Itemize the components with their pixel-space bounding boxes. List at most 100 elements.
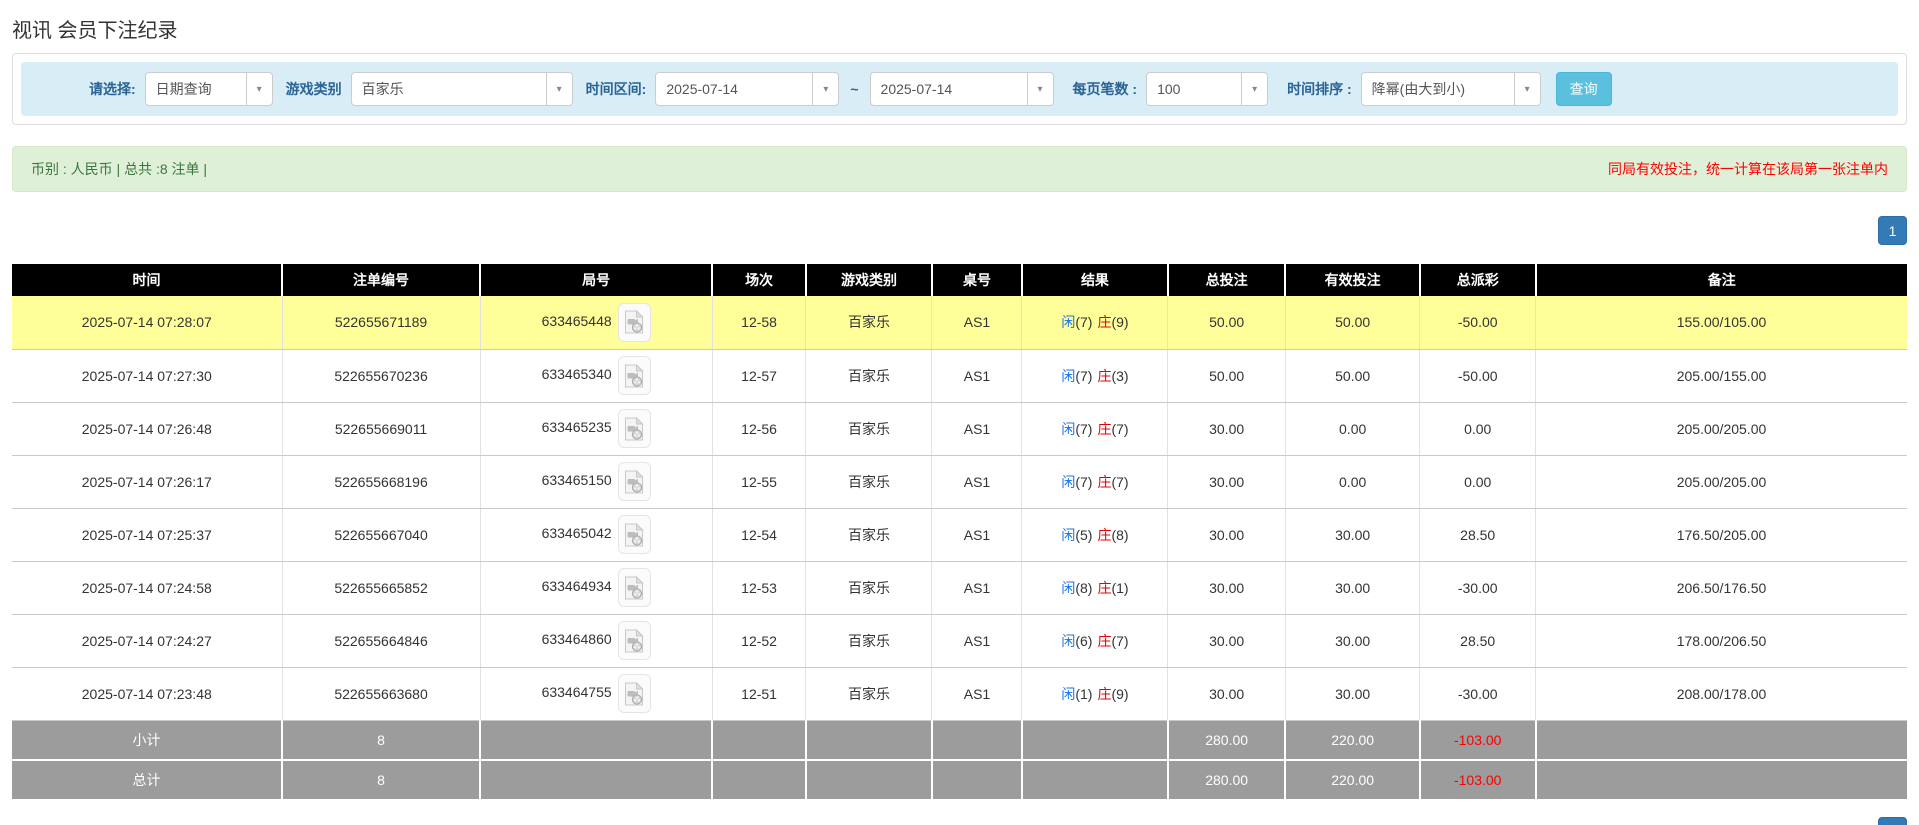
date-to-select[interactable]: 2025-07-14 ▾ — [870, 72, 1054, 106]
cell-remark: 208.00/178.00 — [1536, 667, 1908, 720]
header-time: 时间 — [12, 264, 282, 296]
film-file-icon — [624, 364, 644, 388]
cell-total-bet: 50.00 — [1168, 349, 1285, 402]
subtotal-row: 小计 8 280.00 220.00 -103.00 — [12, 720, 1907, 760]
cell-payout: 0.00 — [1420, 402, 1536, 455]
cell-bet-id: 522655671189 — [282, 296, 480, 349]
sort-order-select[interactable]: 降幂(由大到小) ▾ — [1361, 72, 1541, 106]
cell-game-type: 百家乐 — [806, 614, 932, 667]
cell-bet-id: 522655663680 — [282, 667, 480, 720]
total-valid-bet: 220.00 — [1285, 760, 1420, 800]
subtotal-count: 8 — [282, 720, 480, 760]
result-player-score: (6) — [1075, 633, 1092, 649]
cell-payout: -50.00 — [1420, 296, 1536, 349]
result-player: 闲 — [1061, 686, 1075, 702]
chevron-down-icon: ▾ — [546, 73, 572, 105]
page-title: 视讯 会员下注纪录 — [12, 0, 1907, 53]
result-banker: 庄 — [1097, 474, 1111, 490]
video-replay-button[interactable] — [618, 515, 651, 554]
round-id-text: 633464755 — [542, 684, 612, 700]
total-payout: -103.00 — [1420, 760, 1536, 800]
pagination-page-1[interactable]: 1 — [1878, 817, 1907, 825]
cell-session: 12-57 — [712, 349, 806, 402]
cell-payout: 28.50 — [1420, 614, 1536, 667]
cell-table-no: AS1 — [932, 667, 1022, 720]
pagination-bottom: 1 — [12, 817, 1907, 825]
cell-table-no: AS1 — [932, 561, 1022, 614]
filter-bar: 请选择: 日期查询 ▾ 游戏类别 百家乐 ▾ 时间区间: 2025-07-14 … — [21, 62, 1898, 116]
subtotal-valid-bet: 220.00 — [1285, 720, 1420, 760]
cell-remark: 176.50/205.00 — [1536, 508, 1908, 561]
video-replay-button[interactable] — [618, 303, 651, 342]
cell-payout: 28.50 — [1420, 508, 1536, 561]
result-player-score: (7) — [1075, 421, 1092, 437]
video-replay-button[interactable] — [618, 462, 651, 501]
cell-time: 2025-07-14 07:27:30 — [12, 349, 282, 402]
cell-payout: -30.00 — [1420, 561, 1536, 614]
result-banker: 庄 — [1097, 368, 1111, 384]
query-type-select[interactable]: 日期查询 ▾ — [145, 72, 273, 106]
film-file-icon — [624, 310, 644, 334]
pagination-page-1[interactable]: 1 — [1878, 216, 1907, 245]
round-id-text: 633465448 — [542, 313, 612, 329]
result-player-score: (7) — [1075, 314, 1092, 330]
cell-result: 闲(6)庄(7) — [1022, 614, 1168, 667]
cell-session: 12-56 — [712, 402, 806, 455]
cell-remark: 155.00/105.00 — [1536, 296, 1908, 349]
subtotal-label: 小计 — [12, 720, 282, 760]
film-file-icon — [624, 417, 644, 441]
cell-total-bet: 30.00 — [1168, 561, 1285, 614]
notice-text: 同局有效投注，统一计算在该局第一张注单内 — [1608, 159, 1888, 179]
game-type-select[interactable]: 百家乐 ▾ — [351, 72, 573, 106]
header-session: 场次 — [712, 264, 806, 296]
result-player-score: (7) — [1075, 368, 1092, 384]
cell-bet-id: 522655667040 — [282, 508, 480, 561]
table-row: 2025-07-14 07:23:48 522655663680 6334647… — [12, 667, 1907, 720]
header-total-bet: 总投注 — [1168, 264, 1285, 296]
cell-game-type: 百家乐 — [806, 561, 932, 614]
game-type-value: 百家乐 — [352, 79, 414, 99]
cell-bet-id: 522655668196 — [282, 455, 480, 508]
cell-game-type: 百家乐 — [806, 402, 932, 455]
video-replay-button[interactable] — [618, 674, 651, 713]
cell-game-type: 百家乐 — [806, 296, 932, 349]
search-button[interactable]: 查询 — [1556, 72, 1612, 106]
result-banker: 庄 — [1097, 314, 1111, 330]
cell-table-no: AS1 — [932, 508, 1022, 561]
cell-valid-bet: 30.00 — [1285, 508, 1420, 561]
page-size-select[interactable]: 100 ▾ — [1146, 72, 1268, 106]
result-player: 闲 — [1061, 633, 1075, 649]
table-row: 2025-07-14 07:24:27 522655664846 6334648… — [12, 614, 1907, 667]
page-size-value: 100 — [1147, 81, 1190, 97]
result-banker: 庄 — [1097, 421, 1111, 437]
date-from-value: 2025-07-14 — [656, 81, 748, 97]
total-total-bet: 280.00 — [1168, 760, 1285, 800]
cell-payout: -30.00 — [1420, 667, 1536, 720]
cell-result: 闲(7)庄(7) — [1022, 402, 1168, 455]
total-row: 总计 8 280.00 220.00 -103.00 — [12, 760, 1907, 800]
video-replay-button[interactable] — [618, 356, 651, 395]
video-replay-button[interactable] — [618, 409, 651, 448]
film-file-icon — [624, 576, 644, 600]
result-banker-score: (1) — [1111, 580, 1128, 596]
result-banker: 庄 — [1097, 580, 1111, 596]
cell-result: 闲(7)庄(7) — [1022, 455, 1168, 508]
cell-round-id: 633465448 — [480, 296, 712, 349]
cell-round-id: 633465150 — [480, 455, 712, 508]
sort-order-label: 时间排序 : — [1287, 79, 1352, 99]
result-player: 闲 — [1061, 421, 1075, 437]
cell-table-no: AS1 — [932, 614, 1022, 667]
header-game-type: 游戏类别 — [806, 264, 932, 296]
cell-session: 12-58 — [712, 296, 806, 349]
cell-table-no: AS1 — [932, 349, 1022, 402]
round-id-text: 633465042 — [542, 525, 612, 541]
cell-valid-bet: 30.00 — [1285, 561, 1420, 614]
cell-time: 2025-07-14 07:28:07 — [12, 296, 282, 349]
result-banker-score: (9) — [1111, 314, 1128, 330]
date-from-select[interactable]: 2025-07-14 ▾ — [655, 72, 839, 106]
result-banker-score: (7) — [1111, 474, 1128, 490]
total-label: 总计 — [12, 760, 282, 800]
video-replay-button[interactable] — [618, 568, 651, 607]
video-replay-button[interactable] — [618, 621, 651, 660]
cell-total-bet: 30.00 — [1168, 667, 1285, 720]
